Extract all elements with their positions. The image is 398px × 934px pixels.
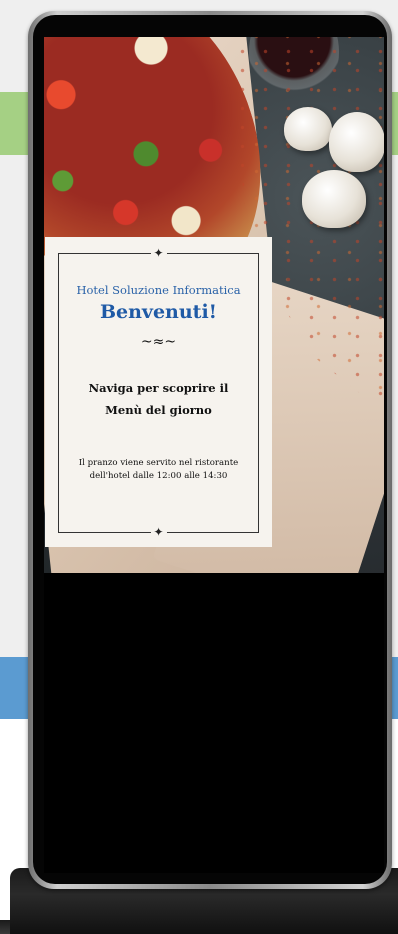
navigation-prompt[interactable]: Naviga per scoprire il Menù del giorno [45,377,272,421]
lunch-info-line-2: dell'hotel dalle 12:00 alle 14:30 [89,471,228,481]
ornament-bottom-icon: ✦ [150,526,167,538]
welcome-card[interactable]: ✦ ✦ Hotel Soluzione Informatica Benvenut… [45,237,272,547]
ornament-top-icon: ✦ [150,247,167,259]
hotel-name: Hotel Soluzione Informatica [76,283,241,297]
garlic-image [302,170,366,228]
navigation-prompt-line-1: Naviga per scoprire il [88,381,229,395]
lunch-hours-info: Il pranzo viene servito nel ristorante d… [63,457,254,483]
garlic-image [284,107,332,151]
lunch-info-line-1: Il pranzo viene servito nel ristorante [78,458,239,468]
navigation-prompt-line-2: Menù del giorno [105,403,212,417]
flourish-icon: ~≈~ [140,334,177,350]
kiosk-screen-blank-area [44,573,384,873]
welcome-title: Benvenuti! [99,301,218,323]
garlic-image [329,112,384,172]
